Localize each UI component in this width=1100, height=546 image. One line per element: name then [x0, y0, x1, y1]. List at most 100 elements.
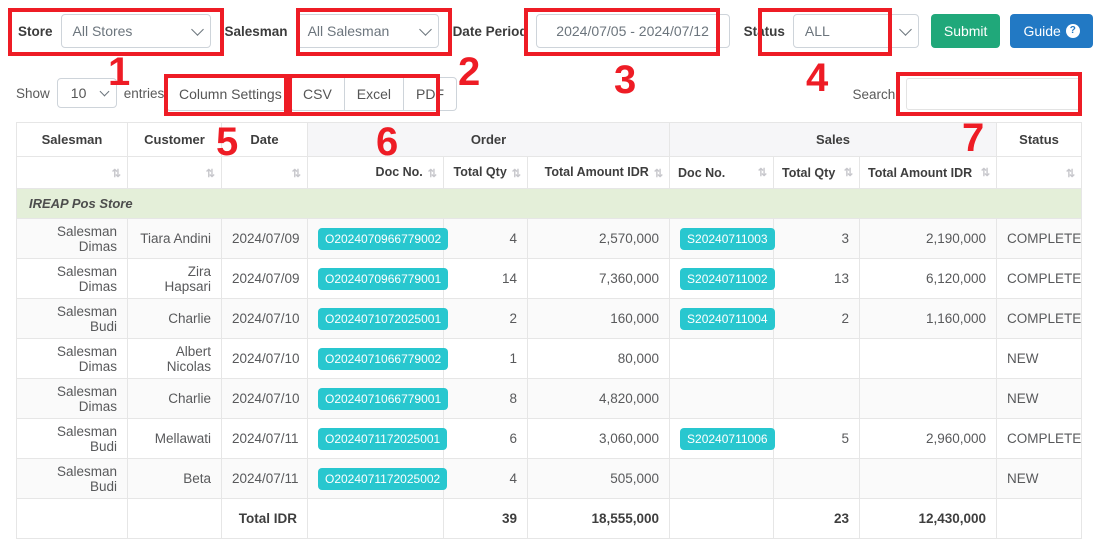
cell-order-docno: O2024071172025002 [307, 458, 448, 499]
date-period-input[interactable]: 2024/07/05 - 2024/07/12 [535, 14, 730, 48]
col-group-date[interactable]: Date [221, 122, 308, 157]
cell-order-docno: O2024070966779001 [307, 258, 449, 299]
column-settings-button[interactable]: Column Settings [166, 77, 295, 111]
sort-updown-icon: ⇅ [843, 166, 853, 179]
doc-no-badge[interactable]: S20240711004 [680, 307, 775, 330]
store-select[interactable]: All Stores [60, 14, 211, 48]
sort-updown-icon: ⇅ [205, 167, 215, 180]
doc-no-badge[interactable]: S20240711002 [680, 267, 775, 290]
cell-order-amount: 160,000 [526, 298, 671, 339]
export-csv-button[interactable]: CSV [290, 77, 345, 111]
cell-status: NEW [996, 378, 1083, 419]
footer-blank-4 [669, 498, 775, 539]
cell-sales-docno: S20240711003 [669, 218, 775, 259]
cell-customer: Zira Hapsari [127, 258, 222, 299]
cell-order-docno: O2024071072025001 [307, 298, 449, 339]
cell-salesman: Salesman Budi [16, 418, 128, 459]
doc-no-badge[interactable]: O2024071066779001 [318, 387, 449, 410]
cell-status: COMPLETE [996, 418, 1083, 459]
cell-order-amount: 2,570,000 [526, 218, 671, 259]
col-group-status[interactable]: Status [996, 122, 1083, 157]
col-group-salesman[interactable]: Salesman [16, 122, 128, 157]
sub-header-order-docno[interactable]: Doc No. ⇅ [307, 156, 444, 189]
doc-no-badge[interactable]: O2024071066779002 [318, 347, 449, 370]
date-period-label: Date Period [452, 23, 528, 39]
table-row[interactable]: Salesman Budi Charlie 2024/07/10 O202407107… [16, 298, 1083, 339]
sub-header-sales-totalamount-label: Total Amount IDR [868, 165, 973, 180]
sub-header-order-totalqty-label: Total Qty [453, 165, 507, 180]
cell-sales-qty: 5 [773, 418, 861, 459]
status-select[interactable]: ALL [792, 14, 919, 48]
cell-order-qty: 1 [443, 338, 528, 379]
entries-select-value: 10 [70, 85, 87, 101]
doc-no-badge[interactable]: O2024070966779002 [318, 227, 449, 250]
cell-sales-docno [669, 338, 775, 379]
doc-no-badge[interactable]: O2024071172025002 [318, 467, 448, 490]
table-row[interactable]: Salesman Budi Mellawati 2024/07/11 O2024071… [16, 418, 1083, 459]
sort-updown-icon: ⇅ [427, 167, 437, 180]
sub-header-status-sort[interactable]: ⇅ [996, 156, 1083, 189]
cell-date: 2024/07/09 [221, 218, 308, 259]
search-group: Search: [852, 78, 1082, 110]
cell-order-qty: 6 [443, 418, 528, 459]
doc-no-badge[interactable]: O2024070966779001 [318, 267, 449, 290]
cell-date: 2024/07/10 [221, 338, 308, 379]
cell-salesman: Salesman Budi [16, 458, 128, 499]
cell-sales-amount [859, 458, 998, 499]
sub-header-sales-totalamount[interactable]: Total Amount IDR ⇅ [859, 156, 998, 189]
cell-salesman: Salesman Dimas [16, 378, 128, 419]
status-label: Status [743, 23, 785, 39]
cell-sales-qty: 2 [773, 298, 861, 339]
table-row[interactable]: Salesman Dimas Zira Hapsari 2024/07/09 O202… [16, 258, 1083, 299]
sub-header-customer-sort[interactable]: ⇅ [127, 156, 222, 189]
sort-updown-icon: ⇅ [757, 166, 767, 179]
cell-order-amount: 505,000 [526, 458, 671, 499]
sort-updown-icon: ⇅ [511, 167, 521, 180]
doc-no-badge[interactable]: O2024071172025001 [318, 427, 448, 450]
doc-no-badge[interactable]: O2024071072025001 [318, 307, 449, 330]
sub-header-sales-docno[interactable]: Doc No. ⇅ [669, 156, 775, 189]
tools-bar: Show 10 entries Column Settings CSV Exce… [0, 62, 1100, 122]
sub-header-sales-totalqty[interactable]: Total Qty ⇅ [773, 156, 861, 189]
report-table-wrapper: Salesman Customer Date Order Sales Statu… [15, 122, 1083, 539]
doc-no-badge[interactable]: S20240711003 [680, 227, 775, 250]
table-body: IREAP Pos Store Salesman Dimas Tiara Andin… [15, 188, 1083, 499]
table-row[interactable]: Salesman Dimas Albert Nicolas 2024/07/10 O2… [16, 338, 1083, 379]
doc-no-badge[interactable]: S20240711006 [680, 427, 775, 450]
submit-button[interactable]: Submit [930, 14, 1001, 48]
guide-button[interactable]: Guide ? [1010, 14, 1093, 48]
sort-updown-icon: ⇅ [1065, 167, 1075, 180]
footer-order-total-qty: 39 [443, 498, 528, 539]
filter-bar: Store All Stores Salesman All Salesman D… [0, 0, 1100, 62]
export-pdf-button[interactable]: PDF [404, 77, 458, 111]
cell-salesman: Salesman Dimas [16, 258, 128, 299]
cell-sales-qty [773, 378, 861, 419]
sub-header-order-totalamount[interactable]: Total Amount IDR ⇅ [526, 156, 671, 189]
footer-total-row: Total IDR 39 18,555,000 23 12,430,000 [16, 498, 1083, 539]
cell-sales-docno: S20240711004 [669, 298, 775, 339]
cell-sales-amount: 1,160,000 [859, 298, 998, 339]
export-excel-button[interactable]: Excel [344, 77, 405, 111]
sub-header-order-totalqty[interactable]: Total Qty ⇅ [443, 156, 528, 189]
entries-select[interactable]: 10 [56, 78, 117, 108]
show-label: Show [16, 85, 50, 101]
cell-status: NEW [996, 338, 1083, 379]
footer-blank-3 [307, 498, 444, 539]
salesman-select[interactable]: All Salesman [295, 14, 439, 48]
footer-total-label: Total IDR [221, 498, 308, 539]
cell-salesman: Salesman Budi [16, 298, 128, 339]
table-row[interactable]: Salesman Dimas Tiara Andini 2024/07/09 O202… [16, 218, 1083, 259]
table-row[interactable]: Salesman Budi Beta 2024/07/11 O202407117202… [16, 458, 1083, 499]
sub-header-date-sort[interactable]: ⇅ [221, 156, 308, 189]
col-group-customer[interactable]: Customer [127, 122, 222, 157]
cell-customer: Albert Nicolas [127, 338, 222, 379]
cell-salesman: Salesman Dimas [16, 218, 128, 259]
cell-sales-amount: 6,120,000 [859, 258, 998, 299]
sort-updown-icon: ⇅ [111, 167, 121, 180]
salesman-select-value: All Salesman [295, 14, 439, 48]
table-row[interactable]: Salesman Dimas Charlie 2024/07/10 O20240710… [16, 378, 1083, 419]
cell-date: 2024/07/11 [221, 458, 308, 499]
sub-header-salesman-sort[interactable]: ⇅ [16, 156, 128, 189]
chevron-down-icon [99, 86, 110, 97]
search-input[interactable] [906, 78, 1082, 110]
